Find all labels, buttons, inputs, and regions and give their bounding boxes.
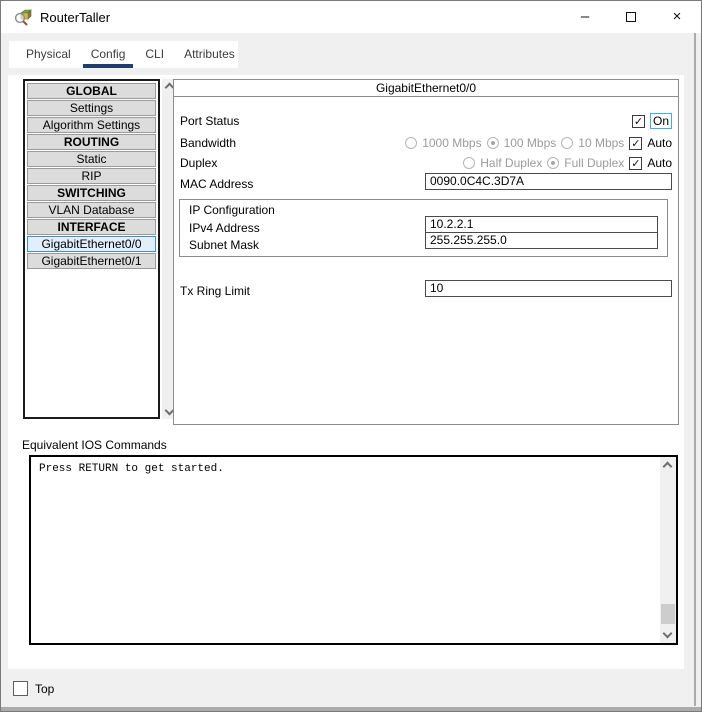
tx-ring-limit-input[interactable]: 10: [425, 280, 672, 297]
sidebar-item-interface[interactable]: INTERFACE: [27, 219, 156, 235]
duplex-auto-label: Auto: [647, 156, 672, 170]
config-tab-page: GLOBAL Settings Algorithm Settings ROUTI…: [8, 75, 684, 669]
scrollbar-thumb[interactable]: [661, 604, 675, 624]
subnet-mask-label: Subnet Mask: [189, 238, 259, 252]
tab-cli[interactable]: CLI: [145, 41, 164, 68]
sidebar-item-rip[interactable]: RIP: [27, 168, 156, 184]
check-icon: ✓: [631, 158, 640, 169]
port-status-row: Port Status ✓ On: [180, 113, 672, 129]
window-frame-edge: [694, 33, 696, 706]
radio-half-duplex: [463, 157, 475, 169]
interface-config-panel: GigabitEthernet0/0 Port Status ✓ On Band…: [173, 79, 679, 425]
sidebar-item-vlan-database[interactable]: VLAN Database: [27, 202, 156, 218]
ip-configuration-title: IP Configuration: [189, 203, 275, 217]
window-frame-edge: [1, 707, 701, 711]
sidebar-item-settings[interactable]: Settings: [27, 100, 156, 116]
ios-terminal[interactable]: Press RETURN to get started.: [29, 455, 678, 645]
bandwidth-auto-checkbox[interactable]: ✓: [629, 137, 642, 150]
port-status-on-label: On: [650, 113, 672, 129]
tab-attributes[interactable]: Attributes: [184, 41, 235, 68]
radio-full-duplex-label: Full Duplex: [564, 156, 624, 170]
sidebar-item-static[interactable]: Static: [27, 151, 156, 167]
window-controls: – ×: [562, 1, 700, 32]
sidebar-nav: GLOBAL Settings Algorithm Settings ROUTI…: [23, 79, 160, 419]
radio-1000mbps: [405, 137, 417, 149]
radio-100mbps-label: 100 Mbps: [504, 136, 557, 150]
sidebar-item-routing[interactable]: ROUTING: [27, 134, 156, 150]
close-icon: ×: [673, 8, 682, 25]
check-icon: ✓: [634, 116, 643, 127]
radio-1000mbps-label: 1000 Mbps: [422, 136, 481, 150]
maximize-button[interactable]: [608, 1, 654, 32]
tab-physical[interactable]: Physical: [26, 41, 71, 68]
sidebar-item-gigabitethernet0-0[interactable]: GigabitEthernet0/0: [27, 236, 156, 252]
router-device-icon: [13, 7, 33, 27]
sidebar-item-algorithm-settings[interactable]: Algorithm Settings: [27, 117, 156, 133]
router-config-window: RouterTaller – × Physical Config CLI Att…: [0, 0, 702, 712]
mac-address-input[interactable]: 0090.0C4C.3D7A: [425, 173, 672, 190]
terminal-scrollbar[interactable]: [660, 457, 676, 643]
duplex-auto-checkbox[interactable]: ✓: [629, 157, 642, 170]
terminal-text: Press RETURN to get started.: [39, 463, 224, 475]
top-checkbox-label: Top: [35, 682, 54, 696]
window-title: RouterTaller: [40, 10, 110, 25]
ip-configuration-group: IP Configuration IPv4 Address 10.2.2.1 S…: [179, 199, 668, 257]
duplex-row: Duplex Half Duplex Full Duplex ✓ Auto: [180, 155, 672, 171]
tab-config[interactable]: Config: [91, 41, 126, 68]
sidebar-item-global[interactable]: GLOBAL: [27, 83, 156, 99]
radio-full-duplex: [547, 157, 559, 169]
titlebar[interactable]: RouterTaller – ×: [1, 1, 701, 33]
bandwidth-auto-label: Auto: [647, 136, 672, 150]
subnet-mask-input[interactable]: 255.255.255.0: [425, 232, 658, 249]
mac-address-label: MAC Address: [180, 177, 253, 191]
maximize-icon: [626, 12, 636, 22]
radio-10mbps-label: 10 Mbps: [578, 136, 624, 150]
check-icon: ✓: [631, 138, 640, 149]
bandwidth-row: Bandwidth 1000 Mbps 100 Mbps 10 Mbps ✓ A…: [180, 135, 672, 151]
port-status-label: Port Status: [180, 114, 632, 128]
duplex-label: Duplex: [180, 156, 463, 170]
tx-ring-limit-label: Tx Ring Limit: [180, 284, 250, 298]
sidebar-item-switching[interactable]: SWITCHING: [27, 185, 156, 201]
chevron-up-icon[interactable]: [663, 462, 673, 472]
minimize-icon: –: [581, 8, 589, 25]
ipv4-address-input[interactable]: 10.2.2.1: [425, 216, 658, 233]
radio-100mbps: [487, 137, 499, 149]
minimize-button[interactable]: –: [562, 1, 608, 32]
tab-bar: Physical Config CLI Attributes: [9, 41, 238, 68]
close-button[interactable]: ×: [654, 1, 700, 32]
sidebar-item-gigabitethernet0-1[interactable]: GigabitEthernet0/1: [27, 253, 156, 269]
bandwidth-label: Bandwidth: [180, 136, 405, 150]
chevron-down-icon[interactable]: [663, 629, 673, 639]
panel-title: GigabitEthernet0/0: [174, 80, 678, 97]
radio-half-duplex-label: Half Duplex: [480, 156, 542, 170]
port-status-checkbox[interactable]: ✓: [632, 115, 645, 128]
ios-commands-label: Equivalent IOS Commands: [22, 438, 167, 452]
ipv4-address-label: IPv4 Address: [189, 221, 260, 235]
top-checkbox[interactable]: [13, 681, 28, 696]
radio-10mbps: [561, 137, 573, 149]
